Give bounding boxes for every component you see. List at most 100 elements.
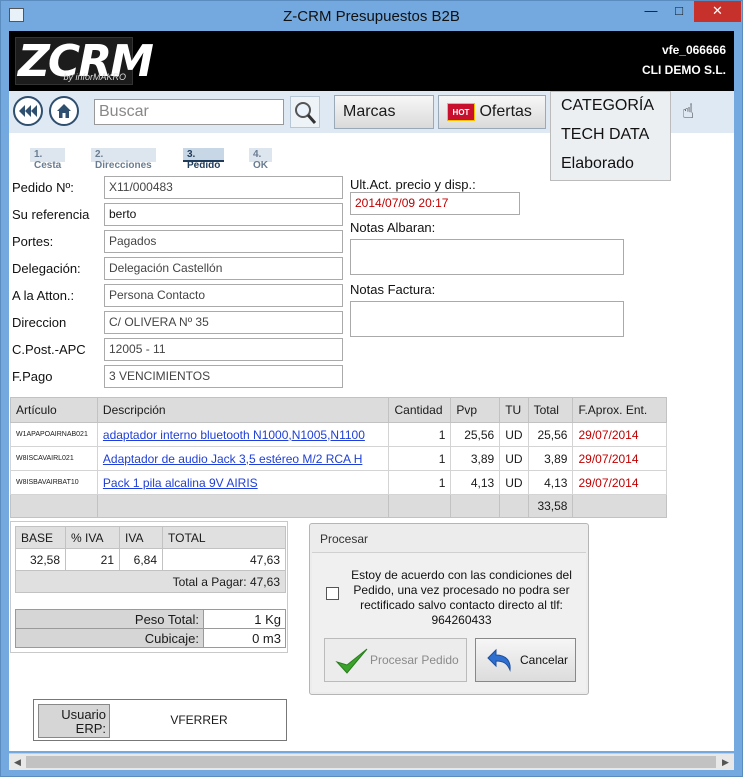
- cubicaje-label: Cubicaje:: [15, 628, 204, 648]
- row-cantidad: 1: [388, 470, 452, 495]
- atton-label: A la Atton.:: [12, 288, 75, 303]
- cancelar-button[interactable]: Cancelar: [475, 638, 576, 682]
- back-button[interactable]: [13, 96, 43, 126]
- dropdown-item-elaborado[interactable]: Elaborado: [551, 150, 670, 179]
- usuario-erp-value: VFERRER: [170, 713, 228, 727]
- total-a-pagar: Total a Pagar: 47,63: [15, 570, 286, 593]
- iva-row: 32,58 21 6,84 47,63: [15, 548, 286, 571]
- search-button[interactable]: [290, 96, 320, 128]
- albaran-label: Notas Albaran:: [350, 220, 436, 235]
- checkmark-icon: [335, 648, 368, 674]
- row-pvp: 25,56: [450, 422, 501, 447]
- row-cantidad: 1: [388, 422, 452, 447]
- ultact-label: Ult.Act. precio y disp.:: [350, 177, 476, 192]
- step-cesta[interactable]: 1. Cesta: [30, 148, 66, 171]
- ofertas-button[interactable]: HOT Ofertas: [438, 95, 546, 129]
- row-pvp: 4,13: [450, 470, 501, 495]
- iva-col-iva: IVA: [119, 526, 163, 549]
- conditions-text: Estoy de acuerdo con las condiciones del…: [351, 568, 572, 627]
- totals-panel: BASE % IVA IVA TOTAL 32,58 21 6,84 47,63…: [10, 521, 288, 653]
- usuario-erp-panel: Usuario ERP: VFERRER: [33, 699, 287, 741]
- accept-conditions-checkbox[interactable]: [326, 587, 339, 600]
- cubicaje-value: 0 m3: [203, 628, 286, 648]
- minimize-button[interactable]: —: [638, 1, 664, 22]
- scroll-right-arrow-icon[interactable]: ▶: [717, 754, 734, 771]
- app-header: ZCRM by inforMAKRO vfe_066666 CLI DEMO S…: [9, 31, 734, 91]
- iva-pct: 21: [65, 548, 120, 571]
- categoria-dropdown: CATEGORÍA TECH DATA Elaborado: [550, 91, 671, 181]
- iva-col-pct: % IVA: [65, 526, 120, 549]
- pedido-label: Pedido Nº:: [12, 180, 74, 195]
- row-total: 3,89: [527, 446, 574, 471]
- window-title: Z-CRM Presupuestos B2B: [283, 8, 460, 25]
- procesar-title: Procesar: [320, 532, 369, 546]
- row-tu: UD: [499, 470, 529, 495]
- table-row[interactable]: W1APAPOAIRNAB021 adaptador interno bluet…: [10, 422, 667, 447]
- procesar-pedido-button[interactable]: Procesar Pedido: [324, 638, 467, 682]
- row-codigo: W8ISCAVAIRL021: [10, 446, 98, 471]
- table-footer-row: 33,58: [10, 494, 667, 518]
- scrollbar-thumb[interactable]: [26, 756, 716, 768]
- pedido-field: X11/000483: [104, 176, 343, 199]
- home-button[interactable]: [49, 96, 79, 126]
- scroll-left-arrow-icon[interactable]: ◀: [9, 754, 26, 771]
- row-cantidad: 1: [388, 446, 452, 471]
- col-pvp: Pvp: [450, 397, 501, 423]
- product-link[interactable]: Pack 1 pila alcalina 9V AIRIS: [103, 476, 258, 490]
- col-fecha: F.Aprox. Ent.: [572, 397, 667, 423]
- product-link[interactable]: Adaptador de audio Jack 3,5 estéreo M/2 …: [103, 452, 362, 466]
- hot-icon: HOT: [447, 103, 475, 121]
- table-row[interactable]: W8ISCAVAIRL021 Adaptador de audio Jack 3…: [10, 446, 667, 471]
- cpost-field: 12005 - 11: [104, 338, 343, 361]
- ultact-field: 2014/07/09 20:17: [350, 192, 520, 215]
- fpago-field: 3 VENCIMIENTOS: [104, 365, 343, 388]
- row-codigo: W1APAPOAIRNAB021: [10, 422, 98, 447]
- portes-label: Portes:: [12, 234, 54, 249]
- footer-total: 33,58: [527, 494, 574, 518]
- pay-row: Total a Pagar: 47,63: [15, 570, 286, 593]
- step-pedido[interactable]: 3. Pedido: [183, 148, 225, 171]
- weights-table: Peso Total: 1 Kg Cubicaje: 0 m3: [15, 609, 286, 648]
- atton-field: Persona Contacto: [104, 284, 343, 307]
- step-ok[interactable]: 4. OK: [249, 148, 272, 171]
- row-pvp: 3,89: [450, 446, 501, 471]
- search-input[interactable]: Buscar: [94, 99, 284, 125]
- logo-subtitle: by inforMAKRO: [63, 72, 126, 82]
- row-total: 25,56: [527, 422, 574, 447]
- horizontal-scrollbar[interactable]: ◀ ▶: [9, 753, 734, 770]
- procesar-panel: Procesar Estoy de acuerdo con las condic…: [309, 523, 589, 695]
- iva-col-total: TOTAL: [162, 526, 286, 549]
- client-area: ZCRM by inforMAKRO vfe_066666 CLI DEMO S…: [9, 31, 734, 751]
- product-link[interactable]: adaptador interno bluetooth N1000,N1005,…: [103, 428, 365, 442]
- user-code: vfe_066666: [661, 43, 726, 57]
- dropdown-item-tech-data[interactable]: TECH DATA: [551, 121, 670, 150]
- row-codigo: W8ISBAVAIRBAT10: [10, 470, 98, 495]
- factura-notes-input[interactable]: [350, 301, 624, 337]
- rewind-icon: [19, 105, 37, 117]
- categoria-menu-item[interactable]: CATEGORÍA: [551, 92, 670, 121]
- row-tu: UD: [499, 422, 529, 447]
- title-bar[interactable]: Z-CRM Presupuestos B2B — □ ✕: [1, 1, 742, 31]
- factura-label: Notas Factura:: [350, 282, 436, 297]
- step-direcciones[interactable]: 2. Direcciones: [91, 148, 156, 171]
- albaran-notes-input[interactable]: [350, 239, 624, 275]
- close-button[interactable]: ✕: [694, 1, 741, 22]
- zcrm-logo: ZCRM by inforMAKRO: [15, 36, 154, 87]
- app-window: Z-CRM Presupuestos B2B — □ ✕ ZCRM by inf…: [0, 0, 743, 777]
- direccion-field: C/ OLIVERA Nº 35: [104, 311, 343, 334]
- row-total: 4,13: [527, 470, 574, 495]
- marcas-button[interactable]: Marcas: [334, 95, 434, 129]
- row-fecha: 29/07/2014: [572, 446, 667, 471]
- client-name: CLI DEMO S.L.: [642, 63, 726, 77]
- maximize-button[interactable]: □: [666, 1, 692, 22]
- col-tu: TU: [499, 397, 529, 423]
- direccion-label: Direccion: [12, 315, 67, 330]
- row-descripcion: Pack 1 pila alcalina 9V AIRIS: [96, 470, 390, 495]
- iva-table: BASE % IVA IVA TOTAL 32,58 21 6,84 47,63…: [15, 526, 286, 593]
- peso-label: Peso Total:: [15, 609, 204, 629]
- table-row[interactable]: W8ISBAVAIRBAT10 Pack 1 pila alcalina 9V …: [10, 470, 667, 495]
- cpost-label: C.Post.-APC: [12, 342, 86, 357]
- undo-arrow-icon: [487, 648, 511, 672]
- col-cantidad: Cantidad: [388, 397, 452, 423]
- referencia-input[interactable]: berto: [104, 203, 343, 226]
